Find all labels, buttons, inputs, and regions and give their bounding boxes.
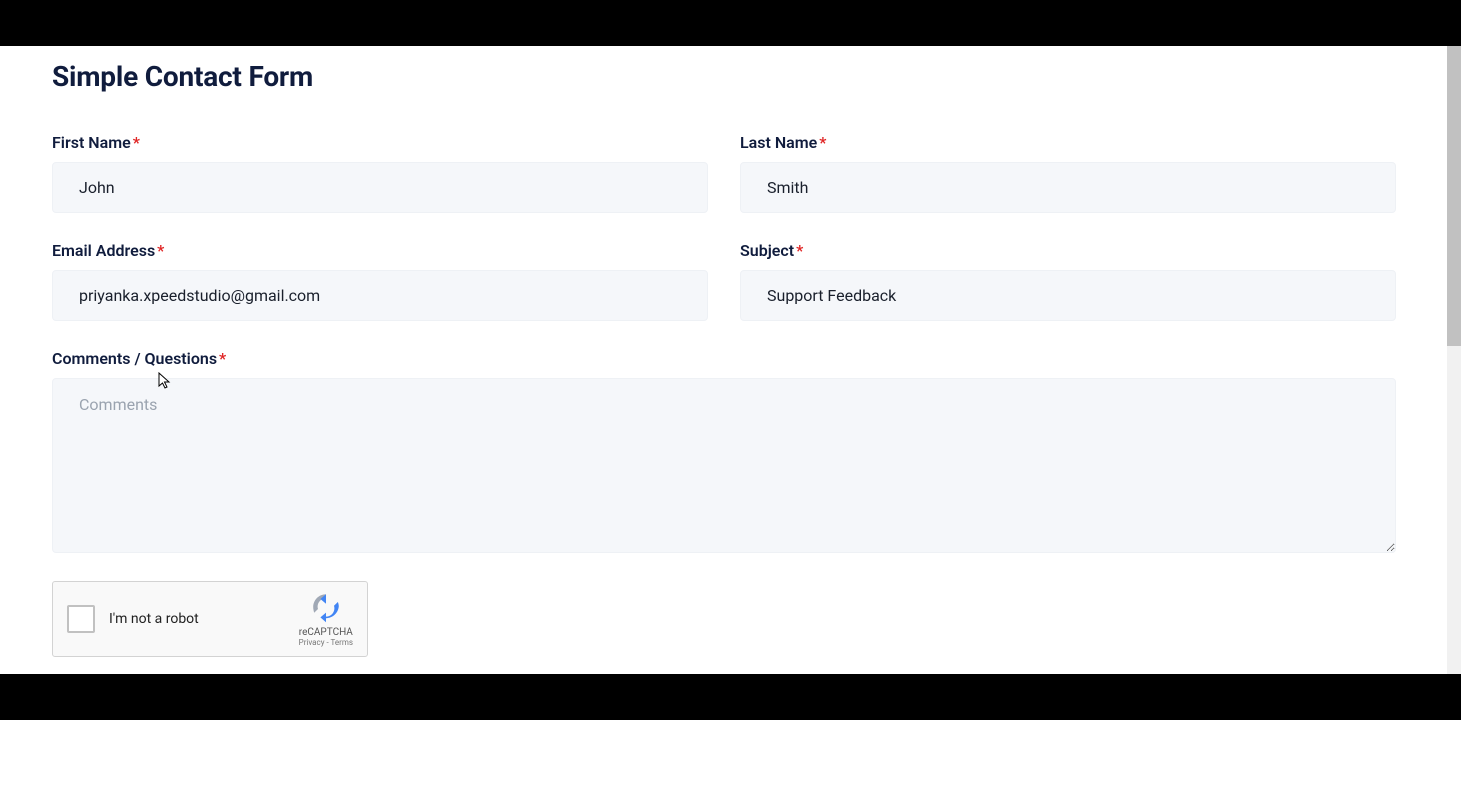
last-name-input[interactable] xyxy=(740,162,1396,213)
scrollbar-track[interactable] xyxy=(1447,46,1461,674)
recaptcha-widget: I'm not a robot reCAPTCHA Privacy - Term… xyxy=(52,581,368,657)
recaptcha-brand: reCAPTCHA Privacy - Terms xyxy=(299,591,353,647)
scrollbar-thumb[interactable] xyxy=(1447,46,1461,346)
first-name-input[interactable] xyxy=(52,162,708,213)
comments-label: Comments / Questions* xyxy=(52,349,1396,368)
email-input[interactable] xyxy=(52,270,708,321)
email-label: Email Address* xyxy=(52,241,708,260)
recaptcha-text: I'm not a robot xyxy=(109,611,299,627)
subject-label: Subject* xyxy=(740,241,1396,260)
comments-textarea[interactable] xyxy=(52,378,1396,553)
recaptcha-icon xyxy=(310,591,342,623)
page-title: Simple Contact Form xyxy=(52,60,1396,93)
recaptcha-checkbox[interactable] xyxy=(67,605,95,633)
subject-input[interactable] xyxy=(740,270,1396,321)
last-name-label: Last Name* xyxy=(740,133,1396,152)
bottom-bar xyxy=(0,674,1461,720)
recaptcha-links[interactable]: Privacy - Terms xyxy=(299,638,353,647)
top-bar xyxy=(0,0,1461,46)
first-name-label: First Name* xyxy=(52,133,708,152)
